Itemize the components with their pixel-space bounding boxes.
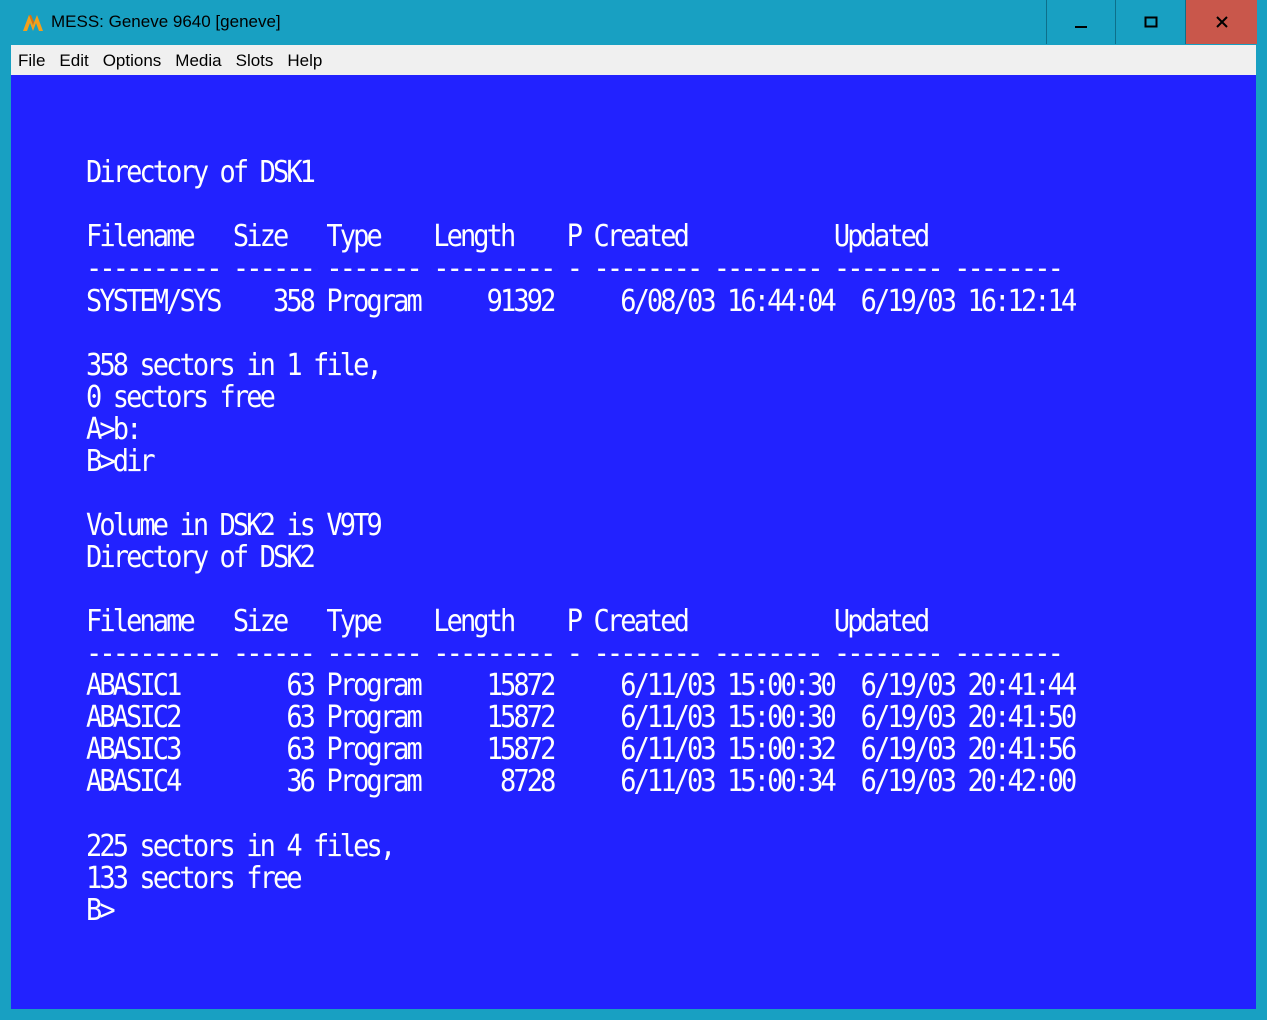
menu-edit[interactable]: Edit — [52, 45, 95, 75]
menu-bar: File Edit Options Media Slots Help — [11, 45, 1256, 75]
minimize-icon — [1074, 15, 1088, 29]
dsk2-volume-label: Volume in DSK2 is V9T9 — [86, 508, 383, 543]
title-bar[interactable]: MESS: Geneve 9640 [geneve] — [0, 0, 1267, 45]
menu-help[interactable]: Help — [280, 45, 329, 75]
mess-logo-icon — [22, 12, 46, 32]
directory-row: ABASIC2 63 Program 15872 6/11/03 15:00:3… — [86, 700, 1077, 735]
dsk2-header-rule: ---------- ------ ------- --------- - --… — [86, 636, 1064, 671]
command-line: A>b: — [86, 412, 142, 447]
menu-options[interactable]: Options — [96, 45, 169, 75]
command-prompt: B> — [86, 893, 116, 928]
directory-row: ABASIC1 63 Program 15872 6/11/03 15:00:3… — [86, 668, 1077, 703]
directory-row: ABASIC3 63 Program 15872 6/11/03 15:00:3… — [86, 732, 1077, 767]
dsk1-header-rule: ---------- ------ ------- --------- - --… — [86, 251, 1064, 286]
directory-row: ABASIC4 36 Program 8728 6/11/03 15:00:34… — [86, 764, 1077, 799]
menu-slots[interactable]: Slots — [229, 45, 281, 75]
command-line: B>dir — [86, 444, 156, 479]
directory-row: SYSTEM/SYS 358 Program 91392 6/08/03 16:… — [86, 284, 1077, 319]
dsk1-column-header: Filename Size Type Length P Created Upda… — [86, 219, 930, 254]
dsk2-summary-sectors: 225 sectors in 4 files, — [86, 829, 396, 864]
maximize-button[interactable] — [1116, 0, 1186, 44]
dsk2-summary-free: 133 sectors free — [86, 861, 303, 896]
dsk1-heading: Directory of DSK1 — [86, 155, 316, 190]
dsk1-summary-sectors: 358 sectors in 1 file, — [86, 348, 383, 383]
menu-file[interactable]: File — [11, 45, 52, 75]
maximize-icon — [1144, 15, 1158, 29]
dsk2-heading: Directory of DSK2 — [86, 540, 316, 575]
dsk2-column-header: Filename Size Type Length P Created Upda… — [86, 604, 930, 639]
window-title: MESS: Geneve 9640 [geneve] — [51, 12, 281, 31]
minimize-button[interactable] — [1046, 0, 1116, 44]
close-button[interactable] — [1186, 0, 1257, 44]
dsk1-summary-free: 0 sectors free — [86, 380, 276, 415]
emulator-screen[interactable]: Directory of DSK1 Filename Size Type Len… — [11, 75, 1256, 1009]
close-icon — [1215, 15, 1229, 29]
menu-media[interactable]: Media — [168, 45, 228, 75]
